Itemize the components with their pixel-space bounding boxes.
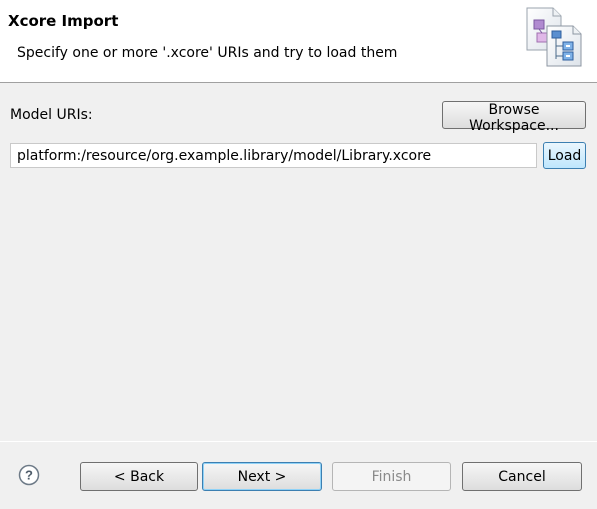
back-button[interactable]: < Back (80, 462, 198, 491)
question-mark-icon[interactable]: ? (18, 464, 40, 486)
load-button[interactable]: Load (543, 142, 586, 169)
cancel-button[interactable]: Cancel (462, 462, 582, 491)
svg-text:?: ? (25, 468, 33, 483)
wizard-banner: Xcore Import Specify one or more '.xcore… (0, 0, 597, 83)
footer-separator (0, 441, 597, 442)
model-uris-label: Model URIs: (10, 107, 93, 123)
finish-button[interactable]: Finish (332, 462, 451, 491)
next-button[interactable]: Next > (202, 462, 322, 491)
browse-workspace-button[interactable]: Browse Workspace... (442, 101, 586, 134)
page-description: Specify one or more '.xcore' URIs and tr… (17, 45, 398, 61)
page-title: Xcore Import (8, 12, 119, 30)
xcore-import-wizard-icon (526, 7, 582, 67)
model-uris-input[interactable] (10, 143, 537, 168)
